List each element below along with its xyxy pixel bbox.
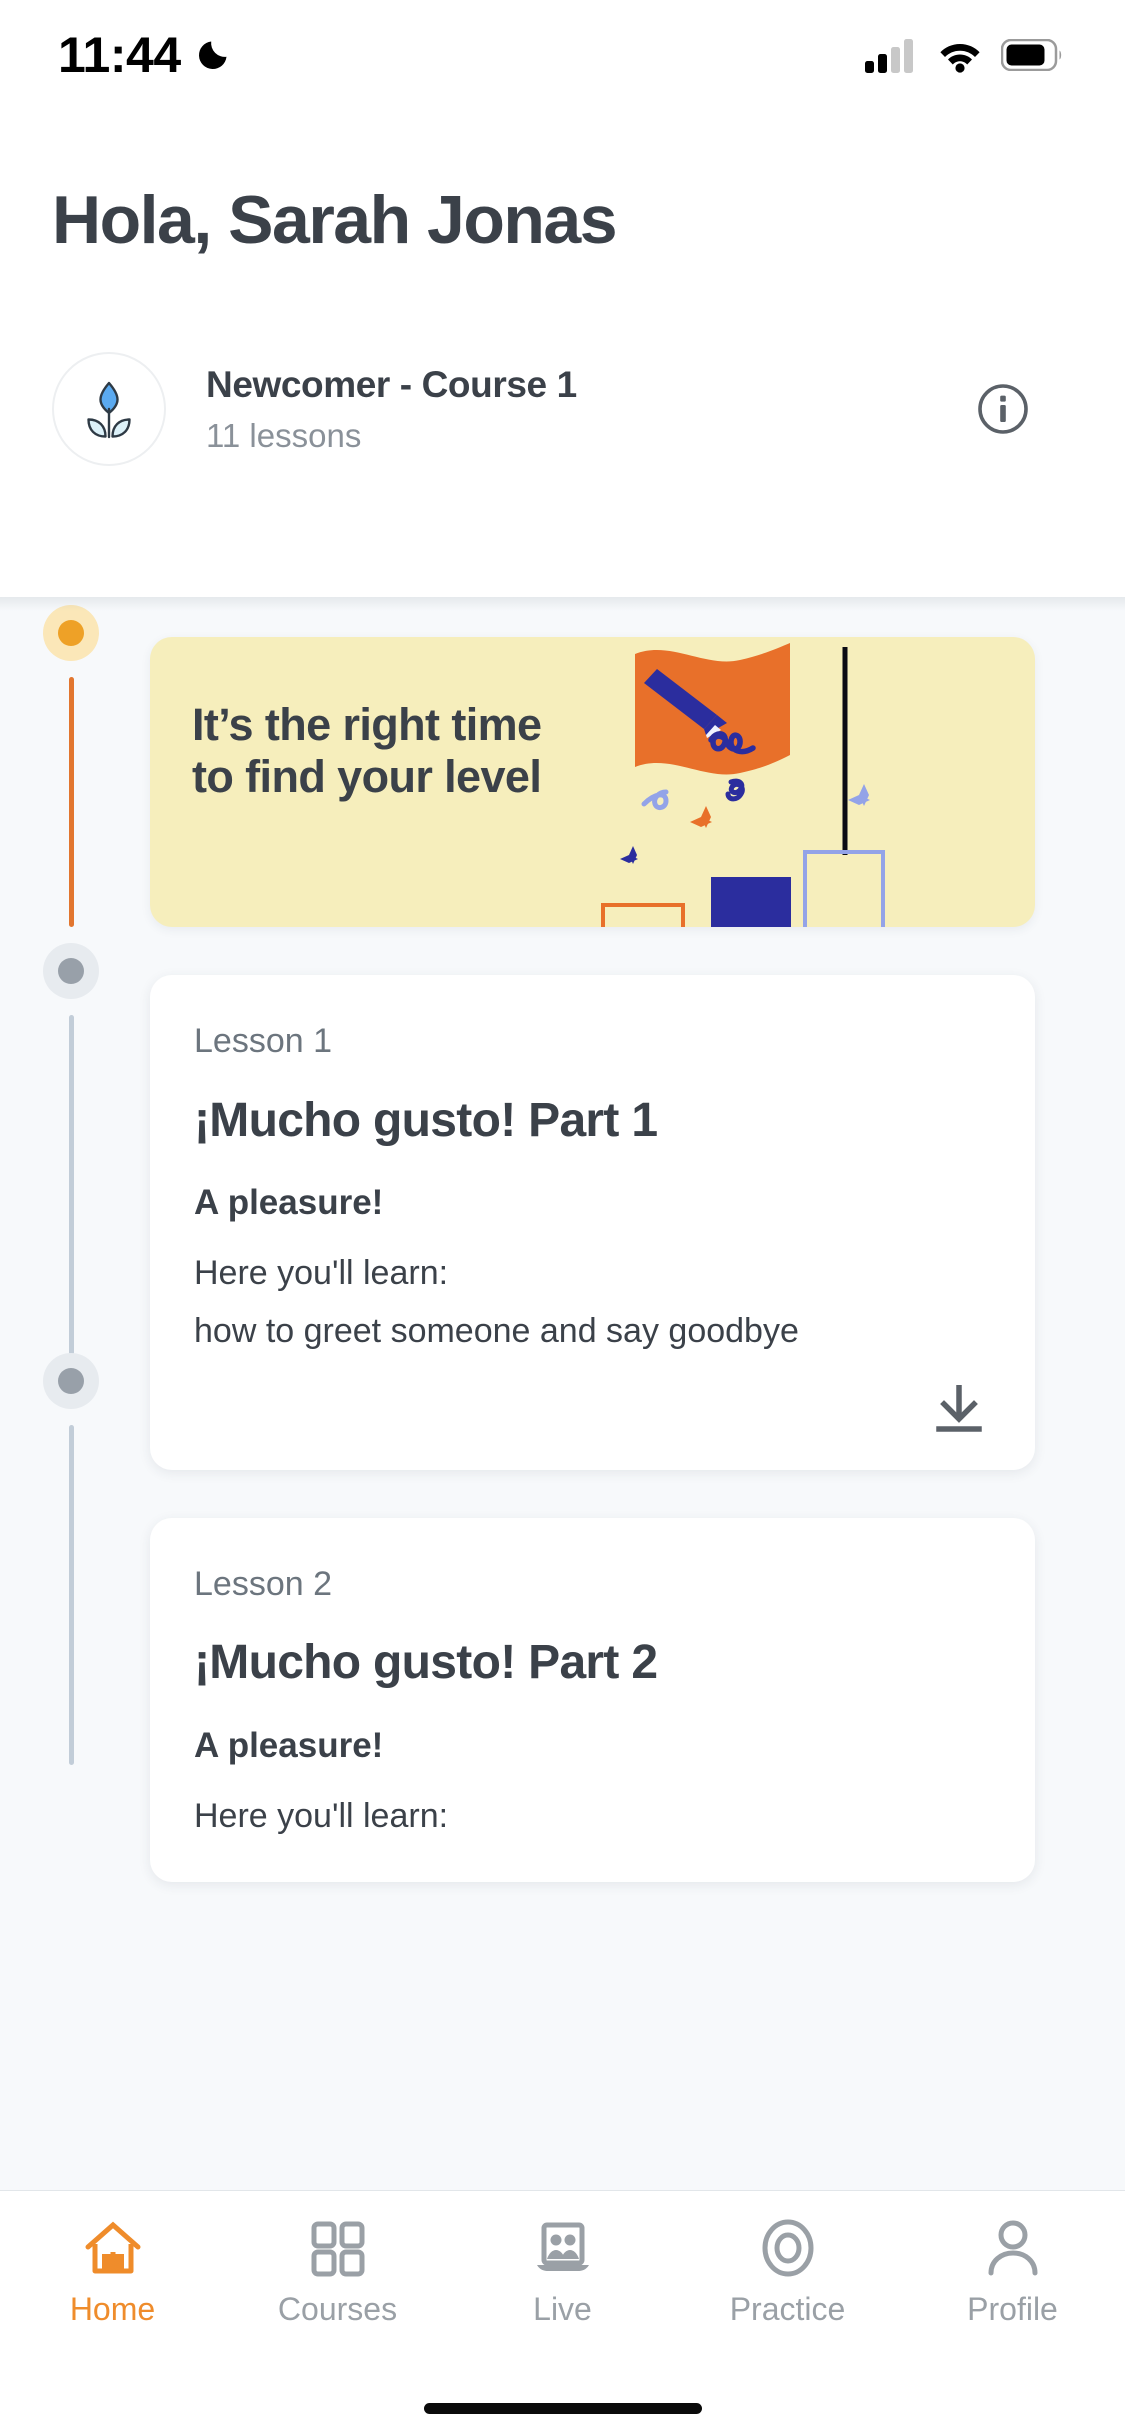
- course-info-button[interactable]: [975, 381, 1031, 437]
- avatar: [52, 352, 166, 466]
- timeline-line-active: [69, 677, 74, 927]
- timeline-line-lesson-1: [69, 1015, 74, 1355]
- tab-label: Live: [533, 2291, 592, 2327]
- status-bar-right: [865, 37, 1063, 73]
- find-your-level-promo-card[interactable]: It’s the right time to find your level: [150, 637, 1035, 927]
- lesson-actions: [194, 1376, 991, 1440]
- lesson-timeline: [0, 597, 150, 2190]
- lesson-subtitle: A pleasure!: [194, 1725, 384, 1765]
- lesson-subtitle: A pleasure!: [194, 1183, 384, 1223]
- battery-icon: [1001, 39, 1062, 71]
- page-header: Hola, Sarah Jonas Newcomer - Course 1 11…: [0, 110, 1125, 597]
- timeline-dot-inner: [58, 1368, 84, 1394]
- lesson-card[interactable]: Lesson 2 ¡Mucho gusto! Part 2 A pleasure…: [150, 1517, 1035, 1882]
- lesson-intro: Here you'll learn:: [194, 1796, 449, 1835]
- timeline-dot-lesson-1: [43, 943, 99, 999]
- live-people-screen-icon: [533, 2217, 593, 2279]
- info-circle-icon: [978, 384, 1028, 434]
- page-title: Hola, Sarah Jonas: [52, 182, 618, 258]
- tab-home[interactable]: Home: [0, 2217, 225, 2325]
- wifi-icon: [940, 44, 980, 73]
- download-icon: [936, 1384, 982, 1432]
- lesson-card[interactable]: Lesson 1 ¡Mucho gusto! Part 1 A pleasure…: [150, 975, 1035, 1470]
- tab-label: Practice: [729, 2291, 846, 2327]
- lesson-intro: Here you'll learn:: [194, 1254, 449, 1293]
- sprout-plant-icon: [87, 381, 131, 439]
- cellular-signal-icon: [865, 39, 913, 73]
- flag-pencil-podium-illustration: [601, 643, 885, 927]
- lesson-card-list: It’s the right time to find your level L…: [150, 597, 1125, 1882]
- timeline-dot-lesson-2: [43, 1353, 99, 1409]
- lesson-title: ¡Mucho gusto! Part 2: [194, 1636, 658, 1690]
- lesson-feed-scroll[interactable]: It’s the right time to find your level L…: [0, 597, 1125, 2190]
- home-icon: [82, 2217, 144, 2279]
- timeline-dot-active: [43, 605, 99, 661]
- lesson-title: ¡Mucho gusto! Part 1: [194, 1093, 658, 1147]
- status-bar: 11:44: [0, 0, 1125, 110]
- target-icon: [758, 2217, 818, 2279]
- tab-label: Courses: [277, 2291, 398, 2327]
- status-time: 11:44: [58, 27, 181, 83]
- timeline-dot-inner: [58, 620, 84, 646]
- crescent-moon-icon: [198, 41, 227, 70]
- person-icon: [984, 2217, 1042, 2279]
- tab-live[interactable]: Live: [450, 2217, 675, 2325]
- promo-headline: It’s the right time to find your level: [192, 699, 542, 802]
- download-button[interactable]: [927, 1376, 991, 1440]
- timeline-line-lesson-2: [69, 1425, 74, 1765]
- course-lesson-count: 11 lessons: [206, 416, 362, 454]
- tab-courses[interactable]: Courses: [225, 2217, 450, 2325]
- bottom-tab-bar: Home Courses Live Practice Profile: [0, 2190, 1125, 2436]
- lesson-description: how to greet someone and say goodbye: [194, 1312, 799, 1351]
- current-course-row[interactable]: Newcomer - Course 1 11 lessons: [52, 352, 1073, 466]
- home-indicator: [423, 2403, 702, 2414]
- timeline-dot-inner: [58, 958, 84, 984]
- tab-label: Home: [69, 2291, 156, 2327]
- tab-practice[interactable]: Practice: [675, 2217, 900, 2325]
- course-title: Newcomer - Course 1: [206, 363, 577, 405]
- status-bar-left: 11:44: [58, 30, 231, 80]
- lesson-label: Lesson 1: [194, 1022, 332, 1060]
- course-text: Newcomer - Course 1 11 lessons: [206, 363, 975, 456]
- grid-icon: [309, 2217, 367, 2279]
- tab-label: Profile: [967, 2291, 1058, 2327]
- tab-profile[interactable]: Profile: [900, 2217, 1125, 2325]
- lesson-label: Lesson 2: [194, 1564, 332, 1603]
